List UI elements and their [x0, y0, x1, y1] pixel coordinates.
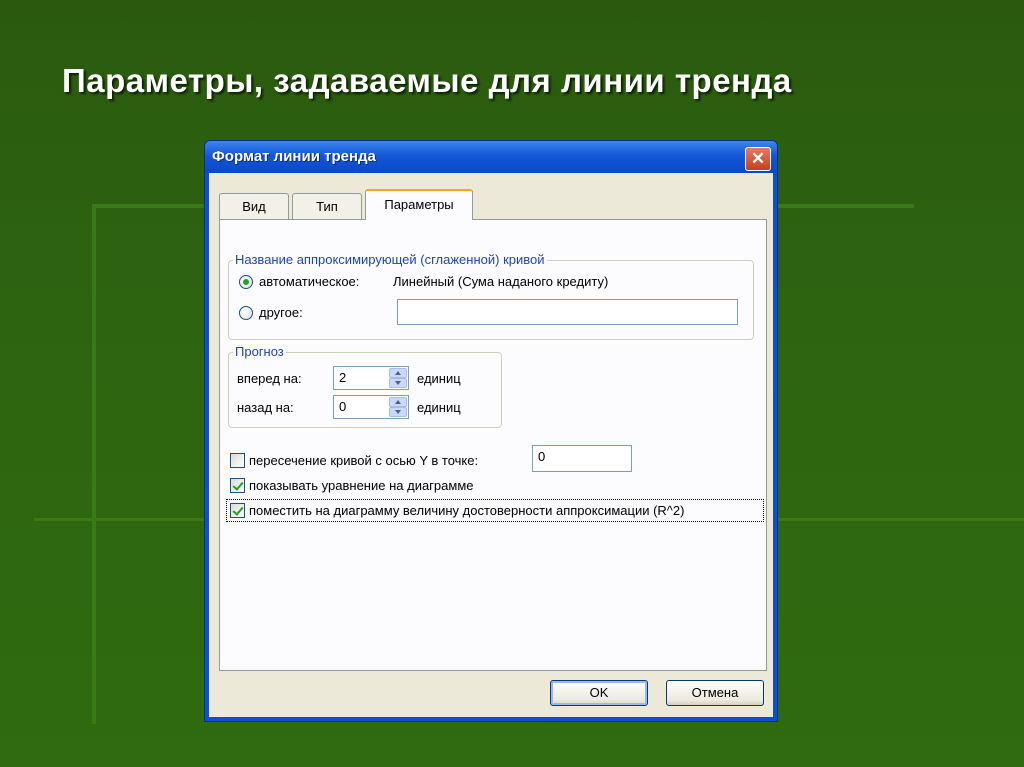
tab-type[interactable]: Тип [292, 193, 362, 219]
dialog-titlebar[interactable]: Формат линии тренда ✕ [205, 141, 777, 173]
forward-spin-buttons [389, 368, 407, 388]
forecast-group: Прогноз вперед на: 2 единиц назад на: 0 [228, 344, 502, 428]
show-equation-label[interactable]: показывать уравнение на диаграмме [249, 478, 474, 493]
group-caption: Название аппроксимирующей (сглаженной) к… [233, 252, 547, 267]
forward-label: вперед на: [237, 371, 302, 386]
backward-label: назад на: [237, 400, 294, 415]
spin-down-icon[interactable] [389, 378, 407, 388]
forward-value: 2 [339, 370, 347, 385]
close-icon: ✕ [750, 149, 766, 168]
tab-label: Вид [242, 199, 266, 214]
intercept-label[interactable]: пересечение кривой с осью Y в точке: [249, 453, 478, 468]
custom-name-radio[interactable] [239, 306, 253, 320]
ok-button-label: OK [589, 685, 609, 700]
group-caption: Прогноз [233, 344, 286, 359]
dialog-client-area: Вид Тип Параметры Название аппроксимирую… [209, 173, 773, 717]
backward-unit: единиц [417, 400, 461, 415]
auto-name-label[interactable]: автоматическое: [259, 274, 359, 289]
backward-spin-buttons [389, 397, 407, 417]
custom-name-input[interactable] [397, 299, 738, 325]
tab-parameters[interactable]: Параметры [365, 189, 473, 220]
show-equation-checkbox[interactable] [230, 478, 245, 493]
backward-value: 0 [339, 399, 347, 414]
tab-view[interactable]: Вид [219, 193, 289, 219]
tab-label: Параметры [384, 197, 454, 212]
slide-title: Параметры, задаваемые для линии тренда [62, 62, 792, 99]
custom-name-label[interactable]: другое: [259, 305, 303, 320]
spin-up-icon[interactable] [389, 368, 407, 378]
background-line [92, 204, 96, 724]
intercept-input[interactable]: 0 [532, 445, 632, 472]
auto-name-value: Линейный (Сума наданого кредиту) [393, 274, 609, 289]
trendline-name-group: Название аппроксимирующей (сглаженной) к… [228, 252, 754, 340]
cancel-button[interactable]: Отмена [666, 680, 764, 706]
intercept-checkbox[interactable] [230, 453, 245, 468]
cancel-button-label: Отмена [691, 685, 739, 700]
tab-label: Тип [316, 199, 338, 214]
close-button[interactable]: ✕ [745, 147, 771, 171]
forward-stepper[interactable]: 2 [333, 366, 409, 390]
dialog-title: Формат линии тренда [212, 148, 376, 165]
auto-name-radio[interactable] [239, 275, 253, 289]
parameters-panel: Название аппроксимирующей (сглаженной) к… [219, 219, 767, 671]
backward-stepper[interactable]: 0 [333, 395, 409, 419]
spin-down-icon[interactable] [389, 407, 407, 417]
ok-button[interactable]: OK [550, 680, 648, 706]
show-r2-label[interactable]: поместить на диаграмму величину достовер… [249, 503, 684, 518]
spin-up-icon[interactable] [389, 397, 407, 407]
forward-unit: единиц [417, 371, 461, 386]
format-trendline-dialog: Формат линии тренда ✕ Вид Тип Параметры … [204, 140, 778, 722]
